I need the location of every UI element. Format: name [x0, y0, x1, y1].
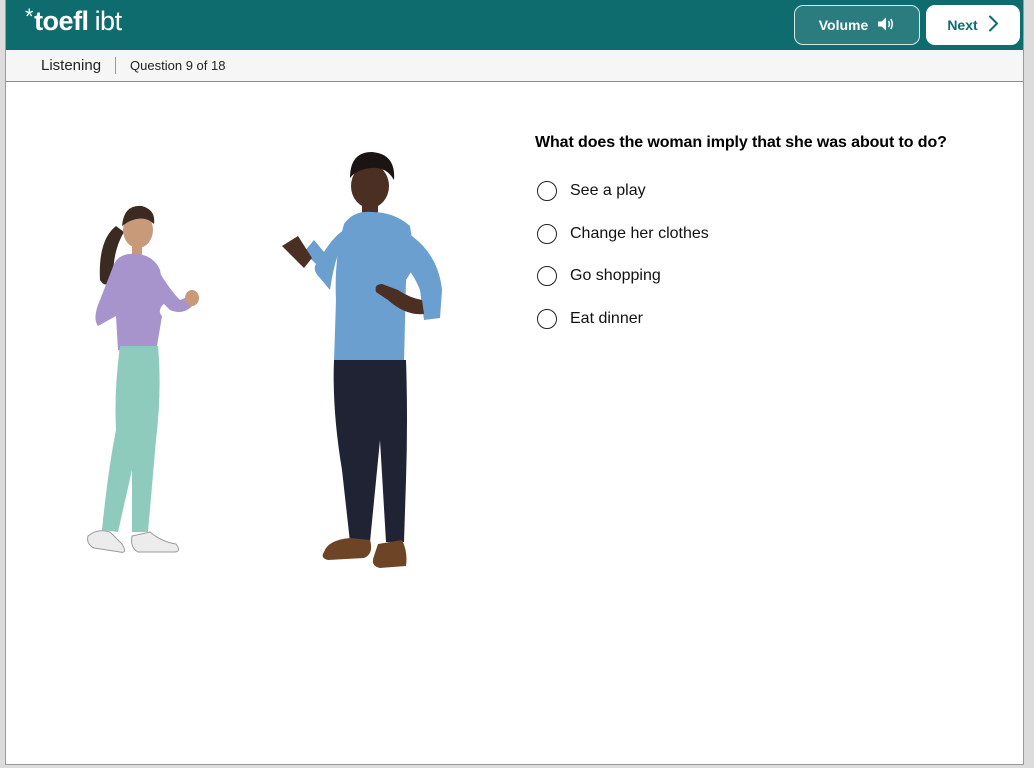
woman-figure	[87, 205, 199, 553]
divider	[115, 57, 117, 74]
answer-label: Go shopping	[570, 267, 661, 285]
next-label: Next	[947, 17, 978, 33]
conversation-illustration	[87, 152, 442, 568]
answer-option-4[interactable]: Eat dinner	[537, 298, 709, 341]
logo-star: *	[25, 4, 34, 29]
answer-options: See a play Change her clothes Go shoppin…	[537, 170, 709, 340]
answer-label: Eat dinner	[570, 309, 643, 327]
test-window: * toefl ibt Volume Next Listening Questi…	[5, 0, 1024, 765]
section-name: Listening	[41, 57, 102, 74]
volume-label: Volume	[818, 17, 869, 33]
speaker-icon	[877, 16, 895, 35]
man-figure	[282, 152, 442, 568]
chevron-right-icon	[988, 15, 999, 35]
answer-option-3[interactable]: Go shopping	[537, 255, 709, 298]
volume-button[interactable]: Volume	[794, 5, 920, 45]
toefl-logo: * toefl ibt	[25, 4, 123, 37]
radio-button[interactable]	[537, 223, 557, 244]
next-button[interactable]: Next	[926, 5, 1020, 45]
question-counter: Question 9 of 18	[130, 58, 226, 73]
radio-button[interactable]	[537, 266, 557, 287]
answer-label: See a play	[570, 182, 646, 200]
logo-word-toefl: toefl	[34, 6, 89, 36]
logo-word-ibt: ibt	[94, 6, 123, 36]
answer-option-2[interactable]: Change her clothes	[537, 213, 709, 256]
question-prompt: What does the woman imply that she was a…	[535, 134, 947, 151]
answer-label: Change her clothes	[570, 224, 709, 242]
top-bar: * toefl ibt Volume Next	[6, 0, 1023, 50]
status-bar: Listening Question 9 of 18	[6, 50, 1023, 82]
radio-button[interactable]	[537, 308, 557, 329]
answer-option-1[interactable]: See a play	[537, 170, 709, 213]
radio-button[interactable]	[537, 181, 557, 202]
